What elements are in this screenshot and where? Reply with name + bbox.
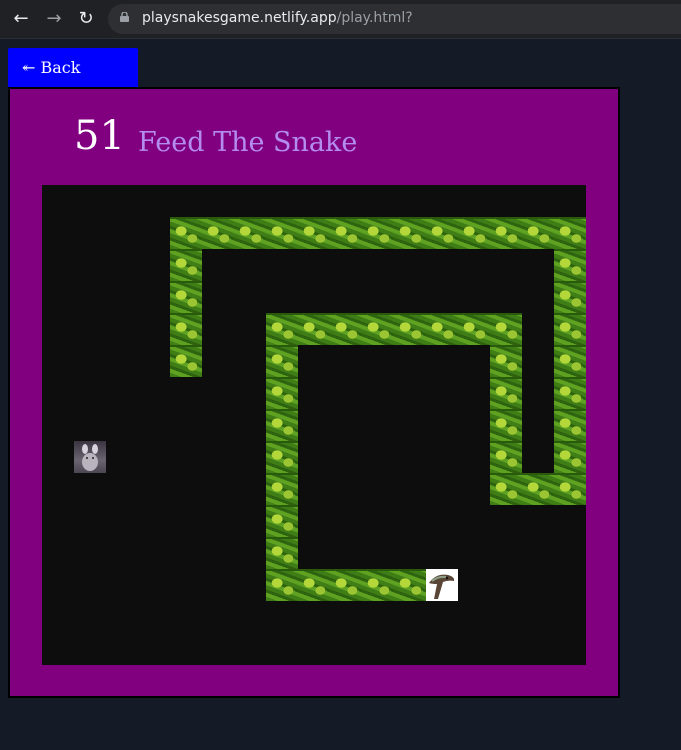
snake-segment bbox=[298, 217, 330, 249]
snake-segment bbox=[202, 217, 234, 249]
url-path: /play.html? bbox=[336, 10, 413, 26]
snake-segment bbox=[170, 249, 202, 281]
snake-segment bbox=[458, 313, 490, 345]
snake-segment bbox=[298, 313, 330, 345]
snake-segment bbox=[490, 377, 522, 409]
snake-segment bbox=[490, 313, 522, 345]
snake-segment bbox=[330, 217, 362, 249]
snake-segment bbox=[266, 537, 298, 569]
snake-segment bbox=[170, 345, 202, 377]
browser-toolbar: ← → ↻ playsnakesgame.netlify.app/play.ht… bbox=[0, 0, 681, 39]
snake-segment bbox=[554, 281, 586, 313]
snake-segment bbox=[426, 313, 458, 345]
snake-segment bbox=[362, 569, 394, 601]
snake-segment bbox=[554, 249, 586, 281]
game-board[interactable] bbox=[42, 185, 586, 665]
game-panel: 51 Feed The Snake bbox=[8, 87, 620, 698]
score-display: 51 bbox=[74, 113, 125, 159]
snake-segment bbox=[266, 345, 298, 377]
snake-segment bbox=[490, 409, 522, 441]
snake-segment bbox=[554, 345, 586, 377]
lock-icon bbox=[120, 12, 129, 22]
snake-segment bbox=[490, 441, 522, 473]
address-bar[interactable]: playsnakesgame.netlify.app/play.html? bbox=[108, 4, 681, 34]
game-title: Feed The Snake bbox=[138, 127, 358, 158]
snake-segment bbox=[266, 409, 298, 441]
snake-segment bbox=[490, 345, 522, 377]
snake-segment bbox=[554, 217, 586, 249]
snake-segment bbox=[426, 217, 458, 249]
snake-segment bbox=[522, 473, 554, 505]
snake-segment bbox=[266, 313, 298, 345]
forward-arrow-icon[interactable]: → bbox=[42, 7, 66, 31]
back-arrow-icon[interactable]: ← bbox=[9, 7, 33, 31]
food-mouse bbox=[74, 441, 106, 473]
snake-segment bbox=[266, 473, 298, 505]
back-button[interactable]: ↞ Back bbox=[8, 48, 138, 87]
snake-segment bbox=[554, 377, 586, 409]
snake-segment bbox=[170, 313, 202, 345]
snake-segment bbox=[170, 281, 202, 313]
snake-segment bbox=[234, 217, 266, 249]
snake-segment bbox=[362, 217, 394, 249]
snake-segment bbox=[266, 569, 298, 601]
snake-segment bbox=[266, 505, 298, 537]
snake-segment bbox=[458, 217, 490, 249]
snake-segment bbox=[298, 569, 330, 601]
reload-icon[interactable]: ↻ bbox=[74, 7, 98, 31]
snake-segment bbox=[266, 217, 298, 249]
snake-segment bbox=[394, 313, 426, 345]
snake-segment bbox=[554, 441, 586, 473]
snake-segment bbox=[266, 377, 298, 409]
snake-segment bbox=[394, 217, 426, 249]
snake-segment bbox=[554, 473, 586, 505]
snake-segment bbox=[490, 217, 522, 249]
snake-segment bbox=[362, 313, 394, 345]
snake-segment bbox=[330, 569, 362, 601]
snake-segment bbox=[394, 569, 426, 601]
snake-head bbox=[426, 569, 458, 601]
snake-segment bbox=[330, 313, 362, 345]
snake-segment bbox=[554, 313, 586, 345]
snake-segment bbox=[266, 441, 298, 473]
snake-segment bbox=[170, 217, 202, 249]
snake-segment bbox=[490, 473, 522, 505]
url-host: playsnakesgame.netlify.app bbox=[142, 10, 337, 26]
snake-segment bbox=[522, 217, 554, 249]
snake-segment bbox=[554, 409, 586, 441]
url-text: playsnakesgame.netlify.app/play.html? bbox=[142, 10, 413, 26]
